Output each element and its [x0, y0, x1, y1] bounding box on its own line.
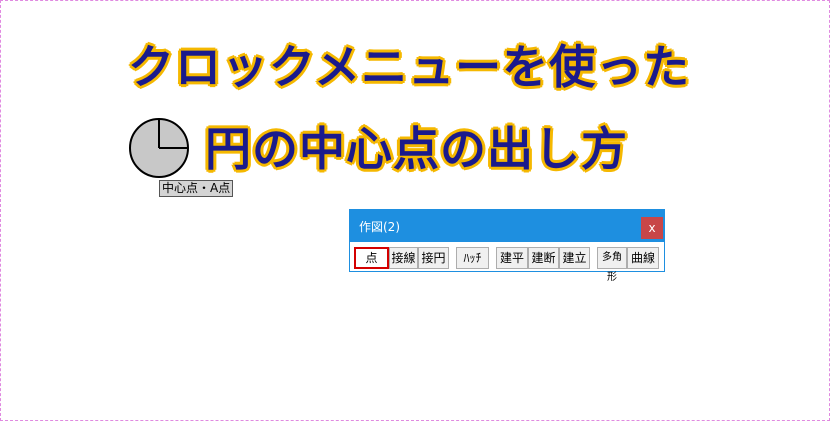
- dialog-title: 作図(2): [359, 220, 400, 234]
- title-line-1: クロックメニューを使った: [127, 40, 691, 94]
- tangent-line-button[interactable]: 接線: [389, 247, 418, 269]
- polygon-button[interactable]: 多角形: [597, 247, 627, 283]
- clock-icon[interactable]: [127, 116, 191, 180]
- tangent-circle-button[interactable]: 接円: [418, 247, 449, 269]
- title-line-2: 円の中心点の出し方: [204, 122, 628, 176]
- point-button[interactable]: 点: [354, 247, 389, 269]
- elevation-button[interactable]: 建立: [559, 247, 590, 269]
- dialog-titlebar[interactable]: 作図(2) x: [350, 210, 664, 242]
- curve-button[interactable]: 曲線: [627, 247, 659, 269]
- close-button[interactable]: x: [641, 217, 663, 239]
- draw-dialog: 作図(2) x 点 接線 接円 ﾊｯﾁ 建平 建断 建立 多角形 曲線: [349, 209, 665, 283]
- plan-button[interactable]: 建平: [496, 247, 528, 269]
- clock-label: 中心点・A点: [159, 180, 234, 197]
- section-button[interactable]: 建断: [528, 247, 559, 269]
- hatch-button[interactable]: ﾊｯﾁ: [456, 247, 489, 269]
